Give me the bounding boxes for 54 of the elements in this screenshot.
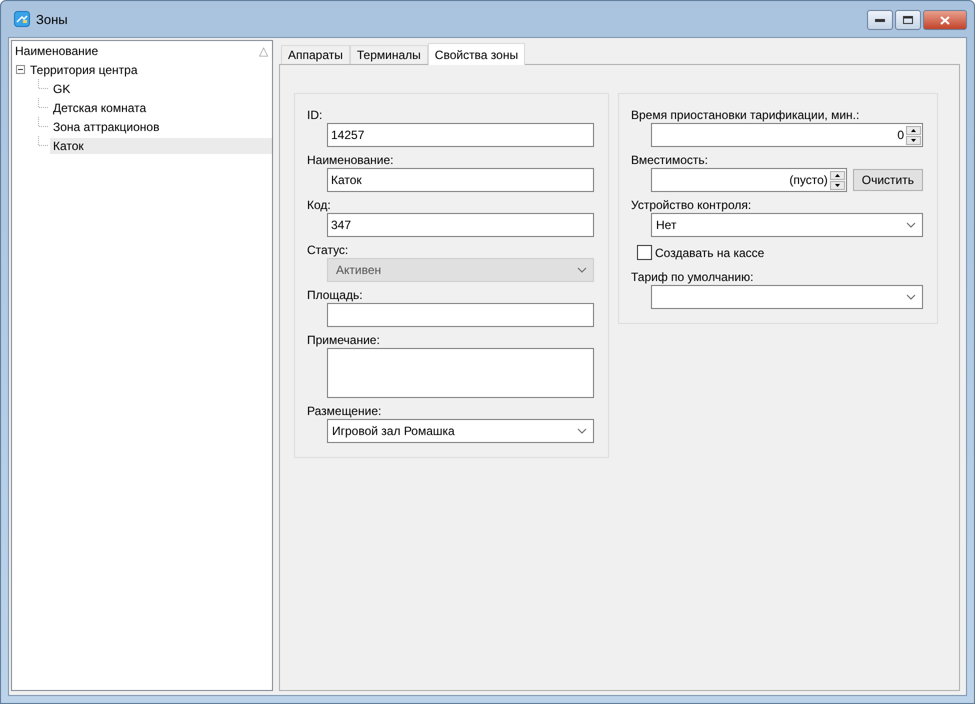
field-label: Код: xyxy=(307,198,332,212)
tree-connector-icon xyxy=(38,98,49,108)
clear-button[interactable]: Очистить xyxy=(852,169,923,191)
dropdown[interactable]: Игровой зал Ромашка xyxy=(327,419,594,443)
checkbox-label[interactable]: Создавать на кассе xyxy=(655,246,764,260)
field-label: Примечание: xyxy=(307,333,381,347)
tree-connector-icon xyxy=(38,117,49,127)
app-icon xyxy=(14,11,30,27)
spin-up-button[interactable] xyxy=(830,170,845,180)
spin-field[interactable]: 0 xyxy=(651,123,923,147)
maximize-button[interactable] xyxy=(895,10,921,30)
field-label: Время приостановки тарификации, мин.: xyxy=(631,108,860,122)
text-field[interactable]: Каток xyxy=(327,168,594,192)
field-label: Вместимость: xyxy=(631,153,709,167)
spin-down-button[interactable] xyxy=(906,136,921,144)
text-field[interactable] xyxy=(327,303,594,327)
tree-item[interactable]: Территория центра xyxy=(27,62,141,78)
tree-connector-icon xyxy=(38,136,49,146)
spin-down-button[interactable] xyxy=(830,180,845,190)
checkbox[interactable] xyxy=(637,245,652,260)
close-button[interactable] xyxy=(923,10,967,30)
column-header[interactable]: Наименование xyxy=(15,44,98,58)
text-area[interactable] xyxy=(327,348,594,398)
collapse-icon[interactable] xyxy=(16,65,25,74)
text-field[interactable]: 347 xyxy=(327,213,594,237)
tab[interactable]: Аппараты xyxy=(281,45,350,64)
field-label: Тариф по умолчанию: xyxy=(631,270,754,284)
maximize-icon xyxy=(903,16,913,24)
field-label: Площадь: xyxy=(307,288,364,302)
minimize-icon xyxy=(875,18,885,22)
field-label: Наименование: xyxy=(307,153,395,167)
close-icon xyxy=(940,16,950,24)
spin-field[interactable]: (пусто) xyxy=(651,168,847,192)
field-label: Статус: xyxy=(307,243,350,257)
text-field[interactable]: 14257 xyxy=(327,123,594,147)
tab[interactable]: Свойства зоны xyxy=(428,43,526,65)
field-label: Размещение: xyxy=(307,404,382,418)
tree-item[interactable]: Зона аттракционов xyxy=(50,118,162,134)
tree-connector-icon xyxy=(38,79,49,89)
down-arrow-icon xyxy=(834,184,840,186)
window-title: Зоны xyxy=(36,12,69,26)
dropdown[interactable] xyxy=(651,285,923,309)
up-arrow-icon xyxy=(834,174,840,176)
dropdown[interactable]: Нет xyxy=(651,213,923,237)
up-arrow-icon xyxy=(911,128,916,132)
tree-item[interactable]: Детская комната xyxy=(50,100,150,116)
field-label: Устройство контроля: xyxy=(631,198,752,212)
minimize-button[interactable] xyxy=(867,10,893,30)
spin-up-button[interactable] xyxy=(906,126,921,134)
tree-item[interactable]: Каток xyxy=(50,138,272,154)
field-label: ID: xyxy=(307,108,324,122)
down-arrow-icon xyxy=(911,138,916,142)
tab[interactable]: Терминалы xyxy=(350,45,428,64)
tree-item[interactable]: GK xyxy=(50,80,74,96)
